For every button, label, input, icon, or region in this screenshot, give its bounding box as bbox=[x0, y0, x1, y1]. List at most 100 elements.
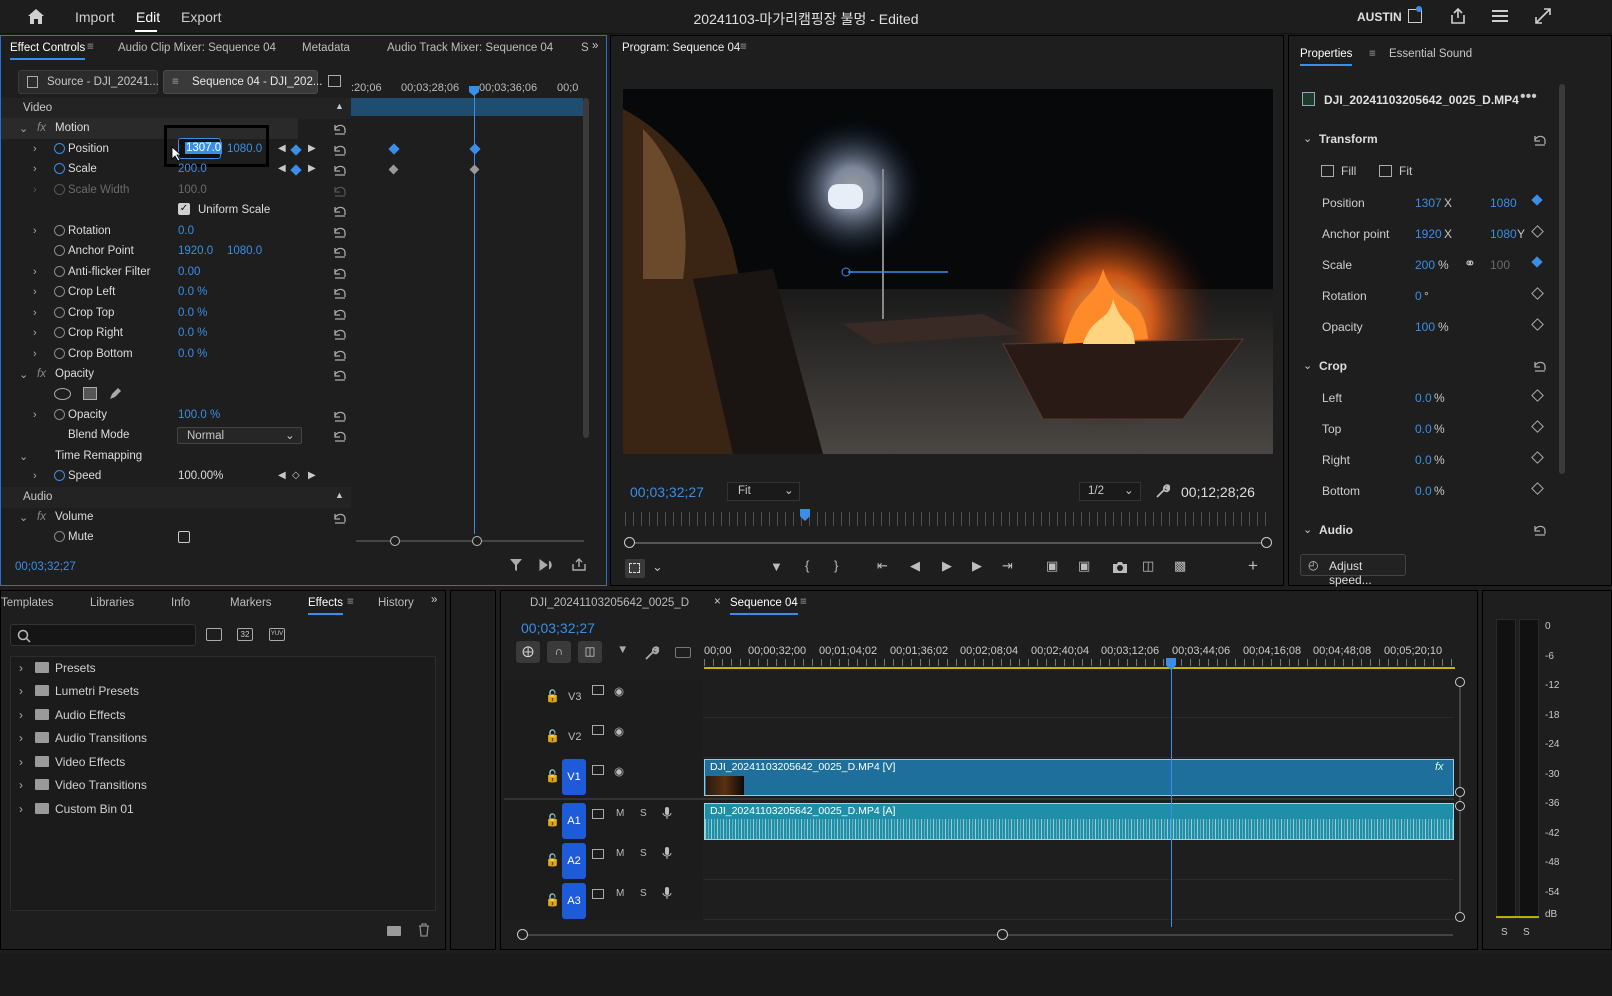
fx-volume-row[interactable]: ⌄ fx Volume bbox=[1, 507, 351, 528]
reset-icon[interactable] bbox=[331, 142, 347, 156]
tab-audio-clip-mixer[interactable]: Audio Clip Mixer: Sequence 04 bbox=[118, 42, 276, 54]
panel-menu-icon[interactable]: ≡ bbox=[87, 41, 94, 53]
tab-templates[interactable]: Templates bbox=[1, 597, 53, 609]
new-bin-icon[interactable] bbox=[387, 926, 401, 936]
crop-section-title[interactable]: Crop bbox=[1319, 359, 1347, 373]
add-button-icon[interactable]: + bbox=[1248, 556, 1258, 576]
fit-label[interactable]: Fit bbox=[1399, 164, 1412, 178]
keyframe-marker[interactable] bbox=[388, 164, 399, 175]
transform-section-title[interactable]: Transform bbox=[1319, 132, 1378, 146]
prev-keyframe-icon[interactable]: ◀ bbox=[278, 470, 286, 481]
chevron-right-icon[interactable]: › bbox=[33, 163, 37, 175]
mute-track-button[interactable]: M bbox=[616, 888, 624, 899]
proxy-icon[interactable]: ▩ bbox=[1174, 558, 1186, 574]
reset-icon[interactable] bbox=[331, 510, 347, 524]
lift-icon[interactable]: ▣ bbox=[1046, 558, 1058, 574]
add-marker-icon[interactable]: ▼ bbox=[617, 644, 628, 656]
more-options-icon[interactable]: ••• bbox=[1520, 88, 1537, 106]
vscroll-handle[interactable] bbox=[1455, 677, 1465, 687]
keyframe-marker[interactable] bbox=[469, 143, 481, 155]
antiflicker-value[interactable]: 0.00 bbox=[178, 266, 200, 278]
solo-track-button[interactable]: S bbox=[640, 808, 647, 819]
prop-rotation-value[interactable]: 0 bbox=[1415, 289, 1422, 303]
program-video-frame[interactable] bbox=[623, 89, 1273, 454]
rotation-value[interactable]: 0.0 bbox=[178, 225, 194, 237]
chevron-down-icon[interactable]: ⌄ bbox=[1303, 523, 1312, 536]
prop-crop-top-value[interactable]: 0.0 bbox=[1415, 422, 1432, 436]
chevron-right-icon[interactable]: › bbox=[33, 266, 37, 278]
ellipse-mask-icon[interactable] bbox=[54, 388, 71, 400]
chevron-down-icon[interactable]: ⌄ bbox=[19, 511, 28, 524]
tab-overflow[interactable]: S bbox=[581, 42, 589, 54]
fill-label[interactable]: Fill bbox=[1341, 164, 1356, 178]
va-divider[interactable] bbox=[504, 798, 1454, 800]
reset-icon[interactable] bbox=[331, 408, 347, 422]
trash-icon[interactable] bbox=[418, 923, 430, 937]
toggle-timeline-icon[interactable] bbox=[328, 75, 341, 87]
chevron-down-icon[interactable]: ⌄ bbox=[19, 450, 28, 463]
reset-icon[interactable] bbox=[331, 428, 347, 442]
chevron-down-icon[interactable]: ⌄ bbox=[1303, 132, 1312, 145]
audio-section-title[interactable]: Audio bbox=[1319, 523, 1353, 537]
track-lane-a3[interactable] bbox=[703, 880, 1454, 920]
tab-effect-controls[interactable]: Effect Controls bbox=[10, 42, 86, 60]
stopwatch-icon[interactable] bbox=[54, 225, 65, 236]
stopwatch-icon[interactable] bbox=[54, 245, 65, 256]
microphone-icon[interactable] bbox=[662, 846, 672, 860]
lock-icon[interactable]: 🔓 bbox=[545, 729, 560, 743]
solo-track-button[interactable]: S bbox=[640, 848, 647, 859]
speed-value[interactable]: 100.00% bbox=[178, 470, 223, 482]
program-scrub-ruler[interactable] bbox=[625, 512, 1271, 526]
effects-search-input[interactable] bbox=[10, 624, 196, 646]
mute-track-button[interactable]: M bbox=[616, 808, 624, 819]
tab-metadata[interactable]: Metadata bbox=[302, 42, 350, 54]
reset-icon[interactable] bbox=[331, 224, 347, 238]
add-keyframe-icon[interactable]: ◇ bbox=[292, 470, 300, 481]
chevron-right-icon[interactable]: › bbox=[33, 143, 37, 155]
work-area-bar[interactable] bbox=[704, 667, 1455, 669]
chevron-down-icon[interactable]: ⌄ bbox=[19, 122, 28, 135]
mute-checkbox[interactable] bbox=[178, 531, 190, 543]
sync-lock-icon[interactable] bbox=[592, 849, 604, 859]
chevron-down-icon[interactable]: ⌄ bbox=[652, 559, 663, 575]
tree-item-custom-bin[interactable]: › Custom Bin 01 bbox=[19, 802, 134, 824]
fit-icon[interactable] bbox=[1379, 165, 1392, 177]
32bit-effects-icon[interactable]: 32 bbox=[237, 628, 253, 641]
tree-item-video-effects[interactable]: › Video Effects bbox=[19, 755, 125, 777]
uniform-scale-checkbox[interactable]: ✓ bbox=[178, 203, 190, 215]
sync-lock-icon[interactable] bbox=[592, 685, 604, 695]
fullscreen-icon[interactable] bbox=[1534, 7, 1552, 25]
ec-scrollbar[interactable] bbox=[583, 98, 589, 438]
camera-icon[interactable] bbox=[1112, 560, 1128, 574]
opacity-value[interactable]: 100.0 % bbox=[178, 409, 220, 421]
rectangle-mask-icon[interactable] bbox=[83, 387, 97, 400]
track-lane-v2[interactable] bbox=[703, 718, 1454, 758]
chevron-right-icon[interactable]: › bbox=[33, 470, 37, 482]
reset-icon[interactable] bbox=[1531, 522, 1547, 536]
timeline-hscroll[interactable] bbox=[523, 934, 1453, 936]
chevron-down-icon[interactable]: ⌄ bbox=[19, 368, 28, 381]
reset-icon[interactable] bbox=[331, 162, 347, 176]
vscroll-handle[interactable] bbox=[1455, 801, 1465, 811]
prop-scale-value[interactable]: 200 bbox=[1415, 258, 1435, 272]
prev-keyframe-icon[interactable]: ◀ bbox=[278, 143, 286, 154]
play-audio-icon[interactable] bbox=[539, 558, 555, 572]
reset-icon[interactable] bbox=[331, 347, 347, 361]
lock-icon[interactable]: 🔓 bbox=[545, 853, 560, 867]
chevron-right-icon[interactable]: › bbox=[33, 348, 37, 360]
step-forward-icon[interactable]: ▶ bbox=[972, 558, 982, 574]
program-zoom-handle-right[interactable] bbox=[1261, 537, 1272, 548]
tab-audio-track-mixer[interactable]: Audio Track Mixer: Sequence 04 bbox=[387, 42, 553, 54]
reset-icon[interactable] bbox=[1531, 132, 1547, 146]
track-lane-a2[interactable] bbox=[703, 840, 1454, 880]
ec-ruler[interactable]: :20;06 00;03;28;06 00;03;36;06 00;0 bbox=[351, 80, 583, 98]
prop-crop-bottom-value[interactable]: 0.0 bbox=[1415, 484, 1432, 498]
accelerated-effects-icon[interactable] bbox=[206, 628, 222, 641]
linked-selection-button[interactable]: ◫ bbox=[578, 641, 602, 663]
stopwatch-icon[interactable] bbox=[54, 266, 65, 277]
sync-lock-icon[interactable] bbox=[592, 809, 604, 819]
list-icon[interactable] bbox=[1491, 8, 1509, 24]
chevron-right-icon[interactable]: › bbox=[33, 286, 37, 298]
insert-nest-button[interactable]: ⨁ bbox=[516, 641, 540, 663]
track-v2-label[interactable]: V2 bbox=[568, 731, 581, 743]
